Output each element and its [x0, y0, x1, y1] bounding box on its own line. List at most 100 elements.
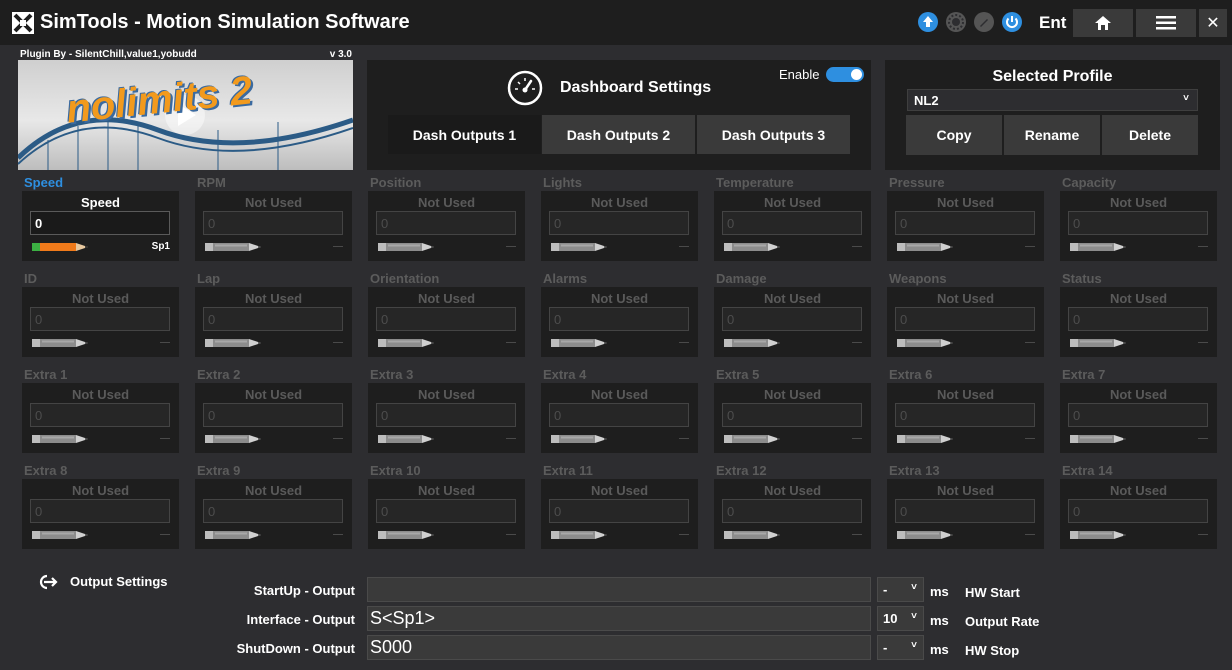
tab-dash-outputs-3[interactable]: Dash Outputs 3	[697, 115, 850, 154]
output-label-lights: Lights	[543, 175, 582, 190]
pencil-slider-icon[interactable]	[724, 433, 784, 445]
pencil-slider-icon[interactable]	[724, 337, 784, 349]
enable-label: Enable	[779, 67, 820, 82]
output-value-field[interactable]: 0	[549, 403, 689, 427]
pencil-slider-icon[interactable]	[378, 337, 438, 349]
pencil-slider-icon[interactable]	[205, 529, 265, 541]
output-value-field[interactable]: 0	[30, 307, 170, 331]
plugin-game-image[interactable]: nolimits 2	[18, 60, 353, 170]
pencil-slider-icon[interactable]	[205, 337, 265, 349]
copy-button[interactable]: Copy	[906, 115, 1002, 155]
output-name: Not Used	[936, 291, 995, 306]
output-value-field[interactable]: 0	[376, 499, 516, 523]
output-label-speed: Speed	[24, 175, 64, 190]
pencil-slider-icon[interactable]	[551, 433, 611, 445]
home-button[interactable]	[1073, 9, 1133, 37]
pencil-slider-icon[interactable]	[1070, 529, 1130, 541]
output-value-field[interactable]: 0	[1068, 403, 1208, 427]
pencil-slider-icon[interactable]	[378, 241, 438, 253]
hw-start-label: HW Start	[965, 585, 1020, 600]
pencil-slider-icon[interactable]	[378, 433, 438, 445]
output-name: Not Used	[244, 291, 303, 306]
pencil-slider-icon[interactable]	[897, 529, 957, 541]
settings-gear-icon[interactable]	[946, 12, 966, 32]
pencil-slider-icon[interactable]	[32, 241, 92, 253]
output-cell-extra-10: Not Used 0 —	[368, 479, 525, 549]
output-value-field[interactable]: 0	[722, 499, 862, 523]
output-value-field[interactable]: 0	[895, 499, 1035, 523]
power-icon[interactable]	[1002, 12, 1022, 32]
output-value-field[interactable]: 0	[376, 211, 516, 235]
output-cell-speed: Speed 0 Sp1	[22, 191, 179, 261]
output-value-field[interactable]: 0	[30, 211, 170, 235]
tab-dash-outputs-2[interactable]: Dash Outputs 2	[542, 115, 695, 154]
title-bar: SimTools - Motion Simulation Software En…	[0, 0, 1232, 45]
output-rate-select[interactable]: 10 ˅	[877, 606, 924, 631]
output-tag: —	[333, 241, 343, 252]
pencil-slider-icon[interactable]	[897, 241, 957, 253]
output-arrow-icon	[39, 574, 58, 590]
tab-dash-outputs-1[interactable]: Dash Outputs 1	[388, 115, 541, 154]
output-value-field[interactable]: 0	[203, 403, 343, 427]
output-value-field[interactable]: 0	[895, 211, 1035, 235]
pencil-slider-icon[interactable]	[378, 529, 438, 541]
output-value-field[interactable]: 0	[549, 499, 689, 523]
pencil-slider-icon[interactable]	[551, 241, 611, 253]
output-value-field[interactable]: 0	[203, 211, 343, 235]
output-value-field[interactable]: 0	[1068, 211, 1208, 235]
output-cell-status: Not Used 0 —	[1060, 287, 1217, 357]
pencil-slider-icon[interactable]	[205, 241, 265, 253]
output-value-field[interactable]: 0	[722, 211, 862, 235]
output-value-field[interactable]: 0	[722, 403, 862, 427]
output-value-field[interactable]: 0	[549, 307, 689, 331]
pencil-slider-icon[interactable]	[724, 529, 784, 541]
output-value-field[interactable]: 0	[1068, 307, 1208, 331]
pencil-slider-icon[interactable]	[32, 337, 92, 349]
pencil-slider-icon[interactable]	[32, 433, 92, 445]
menu-button[interactable]	[1136, 9, 1196, 37]
output-cell-extra-7: Not Used 0 —	[1060, 383, 1217, 453]
output-value-field[interactable]: 0	[549, 211, 689, 235]
output-label-position: Position	[370, 175, 422, 190]
output-name: Not Used	[417, 291, 476, 306]
output-value-field[interactable]: 0	[376, 403, 516, 427]
selected-profile-panel: Selected Profile NL2 ˅ Copy Rename Delet…	[885, 60, 1220, 170]
pencil-slider-icon[interactable]	[724, 241, 784, 253]
pencil-slider-icon[interactable]	[1070, 337, 1130, 349]
interface-output-field[interactable]: S<Sp1>	[367, 606, 871, 631]
output-label-extra-9: Extra 9	[197, 463, 241, 478]
pencil-slider-icon[interactable]	[1070, 433, 1130, 445]
output-value-field[interactable]: 0	[722, 307, 862, 331]
shutdown-delay-select[interactable]: - ˅	[877, 635, 924, 660]
edit-pencil-icon[interactable]	[974, 12, 994, 32]
delete-button[interactable]: Delete	[1102, 115, 1198, 155]
interface-output-label: Interface - Output	[246, 612, 355, 627]
profile-dropdown[interactable]: NL2 ˅	[907, 89, 1198, 111]
startup-output-label: StartUp - Output	[253, 583, 355, 598]
close-button[interactable]: ✕	[1199, 9, 1227, 37]
output-value-field[interactable]: 0	[30, 403, 170, 427]
pencil-slider-icon[interactable]	[205, 433, 265, 445]
startup-delay-value: -	[883, 582, 888, 597]
pencil-slider-icon[interactable]	[32, 529, 92, 541]
rename-button[interactable]: Rename	[1004, 115, 1100, 155]
output-value-field[interactable]: 0	[895, 307, 1035, 331]
startup-delay-select[interactable]: - ˅	[877, 577, 924, 602]
output-value-field[interactable]: 0	[203, 307, 343, 331]
shutdown-output-field[interactable]: S000	[367, 635, 871, 660]
pencil-slider-icon[interactable]	[897, 337, 957, 349]
output-value-field[interactable]: 0	[376, 307, 516, 331]
output-value-field[interactable]: 0	[895, 403, 1035, 427]
output-value-field[interactable]: 0	[30, 499, 170, 523]
output-value-field[interactable]: 0	[1068, 499, 1208, 523]
pencil-slider-icon[interactable]	[897, 433, 957, 445]
profile-title: Selected Profile	[992, 68, 1113, 85]
pencil-slider-icon[interactable]	[551, 337, 611, 349]
output-value-field[interactable]: 0	[203, 499, 343, 523]
startup-output-field[interactable]	[367, 577, 871, 602]
pencil-slider-icon[interactable]	[1070, 241, 1130, 253]
pencil-slider-icon[interactable]	[551, 529, 611, 541]
upload-icon[interactable]	[918, 12, 938, 32]
enable-toggle[interactable]	[826, 67, 864, 82]
close-icon: ✕	[1206, 15, 1220, 32]
